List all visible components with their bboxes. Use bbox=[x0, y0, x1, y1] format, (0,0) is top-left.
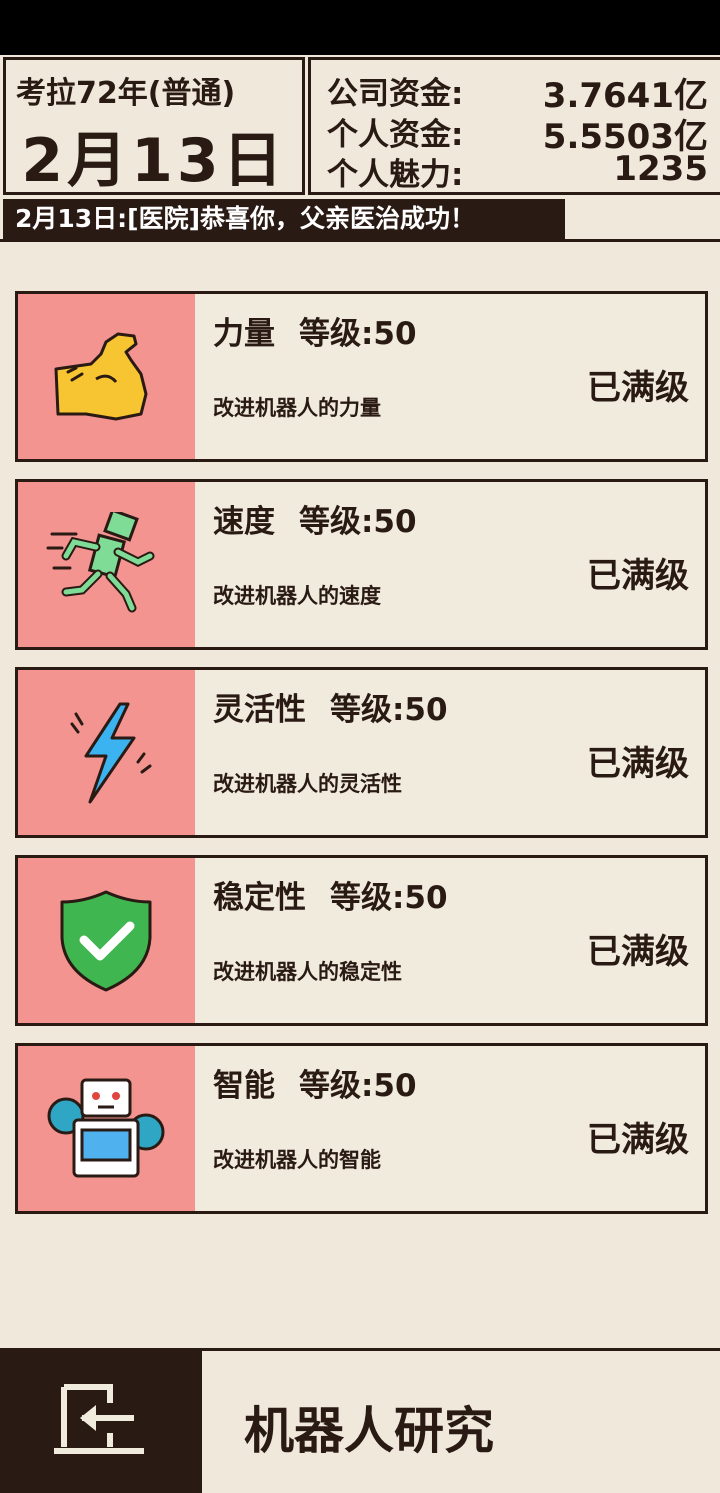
back-button[interactable] bbox=[0, 1351, 202, 1493]
upgrade-level: 等级:50 bbox=[330, 692, 448, 728]
upgrade-card-intelligence[interactable]: 智能 等级:50 改进机器人的智能 已满级 bbox=[15, 1043, 708, 1214]
upgrade-title: 灵活性 等级:50 bbox=[213, 684, 448, 729]
robot-gear-icon bbox=[47, 1078, 165, 1178]
status-bar bbox=[0, 0, 720, 55]
upgrade-card-stability[interactable]: 稳定性 等级:50 改进机器人的稳定性 已满级 bbox=[15, 855, 708, 1026]
upgrade-description: 改进机器人的速度 bbox=[213, 584, 381, 608]
date-panel: 考拉72年(普通) 2月13日 bbox=[3, 57, 305, 196]
upgrade-icon-panel bbox=[18, 482, 195, 647]
upgrade-icon-panel bbox=[18, 1046, 195, 1211]
upgrade-name: 灵活性 bbox=[213, 692, 306, 728]
current-date: 2月13日 bbox=[21, 126, 287, 196]
upgrade-card-speed[interactable]: 速度 等级:50 改进机器人的速度 已满级 bbox=[15, 479, 708, 650]
charisma-row: 个人魅力: 1235 bbox=[327, 149, 708, 193]
upgrade-description: 改进机器人的力量 bbox=[213, 396, 381, 420]
upgrade-description: 改进机器人的灵活性 bbox=[213, 772, 402, 796]
upgrade-name: 速度 bbox=[213, 504, 275, 540]
stats-panel: 公司资金: 3.7641亿 个人资金: 5.5503亿 个人魅力: 1235 bbox=[308, 57, 720, 195]
upgrade-icon-panel bbox=[18, 670, 195, 835]
running-robot-icon bbox=[46, 512, 155, 613]
upgrade-status: 已满级 bbox=[587, 744, 689, 784]
upgrade-status: 已满级 bbox=[587, 1120, 689, 1160]
company-funds-label: 公司资金: bbox=[327, 76, 464, 112]
upgrade-name: 力量 bbox=[213, 316, 275, 352]
flexed-arm-icon bbox=[54, 332, 148, 421]
lightning-icon bbox=[70, 702, 152, 804]
page-title: 机器人研究 bbox=[244, 1402, 494, 1460]
news-divider bbox=[0, 239, 720, 242]
upgrade-level: 等级:50 bbox=[299, 1068, 417, 1104]
upgrade-title: 智能 等级:50 bbox=[213, 1060, 417, 1105]
upgrade-level: 等级:50 bbox=[330, 880, 448, 916]
upgrade-level: 等级:50 bbox=[299, 504, 417, 540]
upgrade-icon-panel bbox=[18, 858, 195, 1023]
personal-funds-label: 个人资金: bbox=[327, 117, 464, 153]
upgrade-level: 等级:50 bbox=[299, 316, 417, 352]
upgrade-title: 力量 等级:50 bbox=[213, 308, 417, 353]
upgrade-description: 改进机器人的智能 bbox=[213, 1148, 381, 1172]
upgrade-status: 已满级 bbox=[587, 556, 689, 596]
upgrade-status: 已满级 bbox=[587, 368, 689, 408]
charisma-value: 1235 bbox=[613, 149, 708, 189]
upgrade-description: 改进机器人的稳定性 bbox=[213, 960, 402, 984]
shield-check-icon bbox=[60, 890, 152, 992]
upgrade-title: 稳定性 等级:50 bbox=[213, 872, 448, 917]
personal-funds-row: 个人资金: 5.5503亿 bbox=[327, 109, 708, 157]
upgrade-card-strength[interactable]: 力量 等级:50 改进机器人的力量 已满级 bbox=[15, 291, 708, 462]
bottom-bar: 机器人研究 bbox=[0, 1348, 720, 1493]
upgrade-name: 稳定性 bbox=[213, 880, 306, 916]
era-label: 考拉72年(普通) bbox=[16, 76, 236, 111]
upgrade-name: 智能 bbox=[213, 1068, 275, 1104]
upgrade-title: 速度 等级:50 bbox=[213, 496, 417, 541]
charisma-label: 个人魅力: bbox=[327, 157, 464, 193]
upgrade-card-agility[interactable]: 灵活性 等级:50 改进机器人的灵活性 已满级 bbox=[15, 667, 708, 838]
news-ticker: 2月13日:[医院]恭喜你，父亲医治成功！ bbox=[3, 199, 565, 239]
exit-door-icon bbox=[54, 1384, 144, 1454]
upgrade-icon-panel bbox=[18, 294, 195, 459]
upgrade-status: 已满级 bbox=[587, 932, 689, 972]
company-funds-row: 公司资金: 3.7641亿 bbox=[327, 68, 708, 116]
